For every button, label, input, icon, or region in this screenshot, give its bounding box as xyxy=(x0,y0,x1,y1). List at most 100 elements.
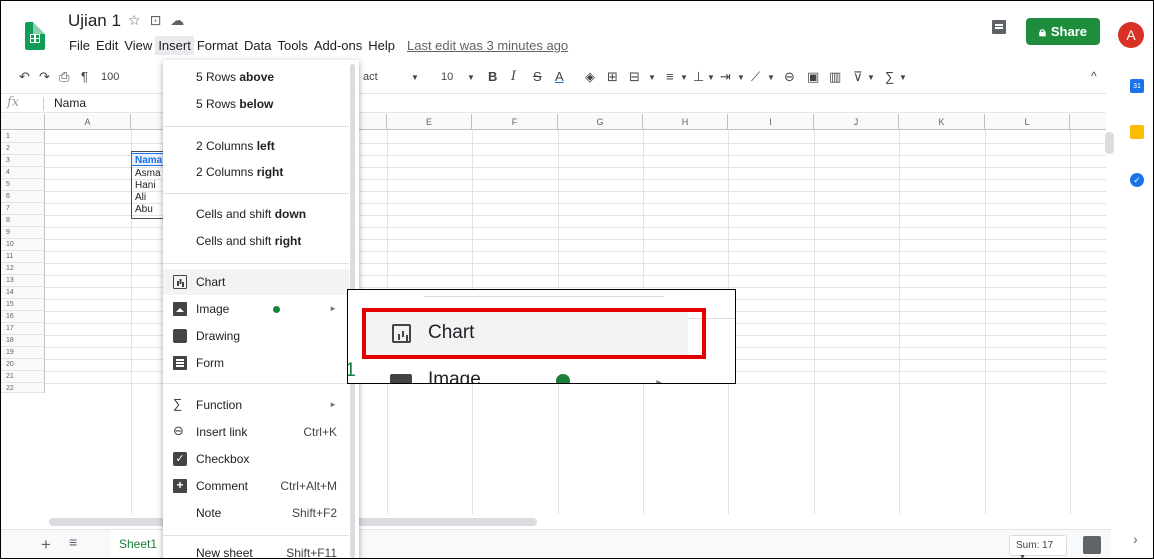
row-header[interactable]: 1 xyxy=(1,131,45,143)
column-header[interactable]: I xyxy=(728,114,814,130)
menu-insert[interactable]: Insert xyxy=(155,36,194,55)
menu-item-columns-left[interactable]: 2 Columns left xyxy=(163,133,349,159)
text-color-button[interactable]: A xyxy=(555,69,564,84)
vertical-align-icon[interactable]: ⊥ xyxy=(693,69,704,85)
comment-history-icon[interactable] xyxy=(992,20,1006,34)
menu-tools[interactable]: Tools xyxy=(277,36,307,55)
calendar-icon[interactable]: 31 xyxy=(1130,79,1144,93)
tasks-icon[interactable]: ✓ xyxy=(1130,173,1144,187)
column-header[interactable]: K xyxy=(899,114,985,130)
menu-item-insert-link[interactable]: ⊖ Insert link Ctrl+K xyxy=(163,419,349,445)
menu-item-cells-shift-down[interactable]: Cells and shift down xyxy=(163,201,349,227)
menu-item-form[interactable]: Form xyxy=(163,350,349,376)
cloud-saved-icon[interactable]: ☁ xyxy=(170,12,184,29)
column-header[interactable]: L xyxy=(985,114,1070,130)
filter-dropdown-icon[interactable]: ▼ xyxy=(867,73,875,82)
cell-b6[interactable]: Abu xyxy=(132,203,153,216)
menu-item-checkbox[interactable]: ✓ Checkbox xyxy=(163,446,349,472)
document-title[interactable]: Ujian 1 xyxy=(68,11,121,31)
print-icon[interactable]: ⎙ xyxy=(59,69,69,85)
menu-file[interactable]: File xyxy=(69,36,90,55)
rotation-dropdown-icon[interactable]: ▼ xyxy=(767,73,775,82)
menu-view[interactable]: View xyxy=(124,36,152,55)
all-sheets-icon[interactable]: ≡ xyxy=(69,534,77,550)
row-header[interactable]: 22 xyxy=(1,383,45,393)
fill-color-icon[interactable]: ◈ xyxy=(585,69,595,85)
font-select[interactable]: act xyxy=(363,71,378,83)
wrap-dropdown-icon[interactable]: ▼ xyxy=(737,73,745,82)
menu-item-drawing[interactable]: Drawing xyxy=(163,323,349,349)
functions-icon[interactable]: ∑ xyxy=(885,69,894,84)
row-header[interactable]: 10 xyxy=(1,239,45,251)
last-edit-link[interactable]: Last edit was 3 minutes ago xyxy=(407,36,568,55)
functions-dropdown-icon[interactable]: ▼ xyxy=(899,73,907,82)
insert-link-icon[interactable]: ⊖ xyxy=(784,69,795,85)
row-header[interactable]: 13 xyxy=(1,275,45,287)
menu-item-chart[interactable]: Chart xyxy=(163,269,349,295)
row-header[interactable]: 12 xyxy=(1,263,45,275)
column-header[interactable]: H xyxy=(643,114,728,130)
font-size-select[interactable]: 10 xyxy=(441,71,453,83)
column-header[interactable]: E xyxy=(387,114,472,130)
row-header[interactable]: 7 xyxy=(1,203,45,215)
row-header[interactable]: 19 xyxy=(1,347,45,359)
menu-item-image[interactable]: Image ► xyxy=(163,296,349,322)
text-rotation-icon[interactable]: ⟋ xyxy=(751,69,760,85)
valign-dropdown-icon[interactable]: ▼ xyxy=(707,73,715,82)
share-button[interactable]: 🔒︎ Share xyxy=(1026,18,1100,45)
row-header[interactable]: 15 xyxy=(1,299,45,311)
filter-icon[interactable]: ⊽ xyxy=(853,69,863,85)
collapse-toolbar-icon[interactable]: ^ xyxy=(1091,69,1097,83)
font-dropdown-icon[interactable]: ▼ xyxy=(411,73,419,82)
paint-format-icon[interactable]: ¶ xyxy=(81,69,88,84)
explore-icon[interactable] xyxy=(1083,536,1101,554)
vertical-scrollbar[interactable] xyxy=(1105,132,1114,154)
insert-chart-icon[interactable]: ▥ xyxy=(829,69,841,85)
row-header[interactable]: 18 xyxy=(1,335,45,347)
cell-b2[interactable]: Nama xyxy=(131,153,167,166)
row-header[interactable]: 17 xyxy=(1,323,45,335)
row-header[interactable]: 8 xyxy=(1,215,45,227)
sheet-tab[interactable]: Sheet1 xyxy=(111,530,165,558)
sheets-logo-icon[interactable] xyxy=(25,22,45,50)
menu-item-new-sheet[interactable]: New sheet Shift+F11 xyxy=(163,540,349,558)
italic-button[interactable]: I xyxy=(511,69,516,84)
row-header[interactable]: 4 xyxy=(1,167,45,179)
menu-help[interactable]: Help xyxy=(368,36,395,55)
redo-icon[interactable]: ↷ xyxy=(39,69,50,85)
horizontal-align-icon[interactable]: ≡ xyxy=(666,69,674,84)
row-header[interactable]: 5 xyxy=(1,179,45,191)
column-header[interactable]: J xyxy=(814,114,899,130)
row-header[interactable]: 6 xyxy=(1,191,45,203)
menu-item-columns-right[interactable]: 2 Columns right xyxy=(163,159,349,185)
select-all-corner[interactable] xyxy=(1,114,45,130)
bold-button[interactable]: B xyxy=(488,69,497,84)
font-size-dropdown-icon[interactable]: ▼ xyxy=(467,73,475,82)
merge-dropdown-icon[interactable]: ▼ xyxy=(648,73,656,82)
strikethrough-button[interactable]: S xyxy=(533,69,542,84)
menu-item-rows-above[interactable]: 5 Rows above xyxy=(163,64,349,90)
menu-item-note[interactable]: Note Shift+F2 xyxy=(163,500,349,526)
undo-icon[interactable]: ↶ xyxy=(19,69,30,85)
keep-icon[interactable] xyxy=(1130,125,1144,139)
row-header[interactable]: 21 xyxy=(1,371,45,383)
menu-item-rows-below[interactable]: 5 Rows below xyxy=(163,91,349,117)
column-header[interactable]: G xyxy=(558,114,643,130)
row-header[interactable]: 20 xyxy=(1,359,45,371)
add-sheet-icon[interactable]: + xyxy=(41,535,51,555)
menu-format[interactable]: Format xyxy=(197,36,238,55)
halign-dropdown-icon[interactable]: ▼ xyxy=(680,73,688,82)
menu-item-comment[interactable]: + Comment Ctrl+Alt+M xyxy=(163,473,349,499)
column-header[interactable]: A xyxy=(45,114,131,130)
menu-edit[interactable]: Edit xyxy=(96,36,118,55)
text-wrap-icon[interactable]: ⇥ xyxy=(720,69,731,85)
row-header[interactable]: 2 xyxy=(1,143,45,155)
formula-input[interactable]: Nama xyxy=(54,96,86,110)
column-header[interactable]: F xyxy=(472,114,558,130)
move-to-folder-icon[interactable]: ⊡ xyxy=(150,12,162,29)
row-header[interactable]: 16 xyxy=(1,311,45,323)
sum-dropdown[interactable]: Sum: 17 ▼ xyxy=(1009,535,1067,558)
zoom-select[interactable]: 100 xyxy=(101,71,119,83)
menu-data[interactable]: Data xyxy=(244,36,271,55)
row-header[interactable]: 3 xyxy=(1,155,45,167)
